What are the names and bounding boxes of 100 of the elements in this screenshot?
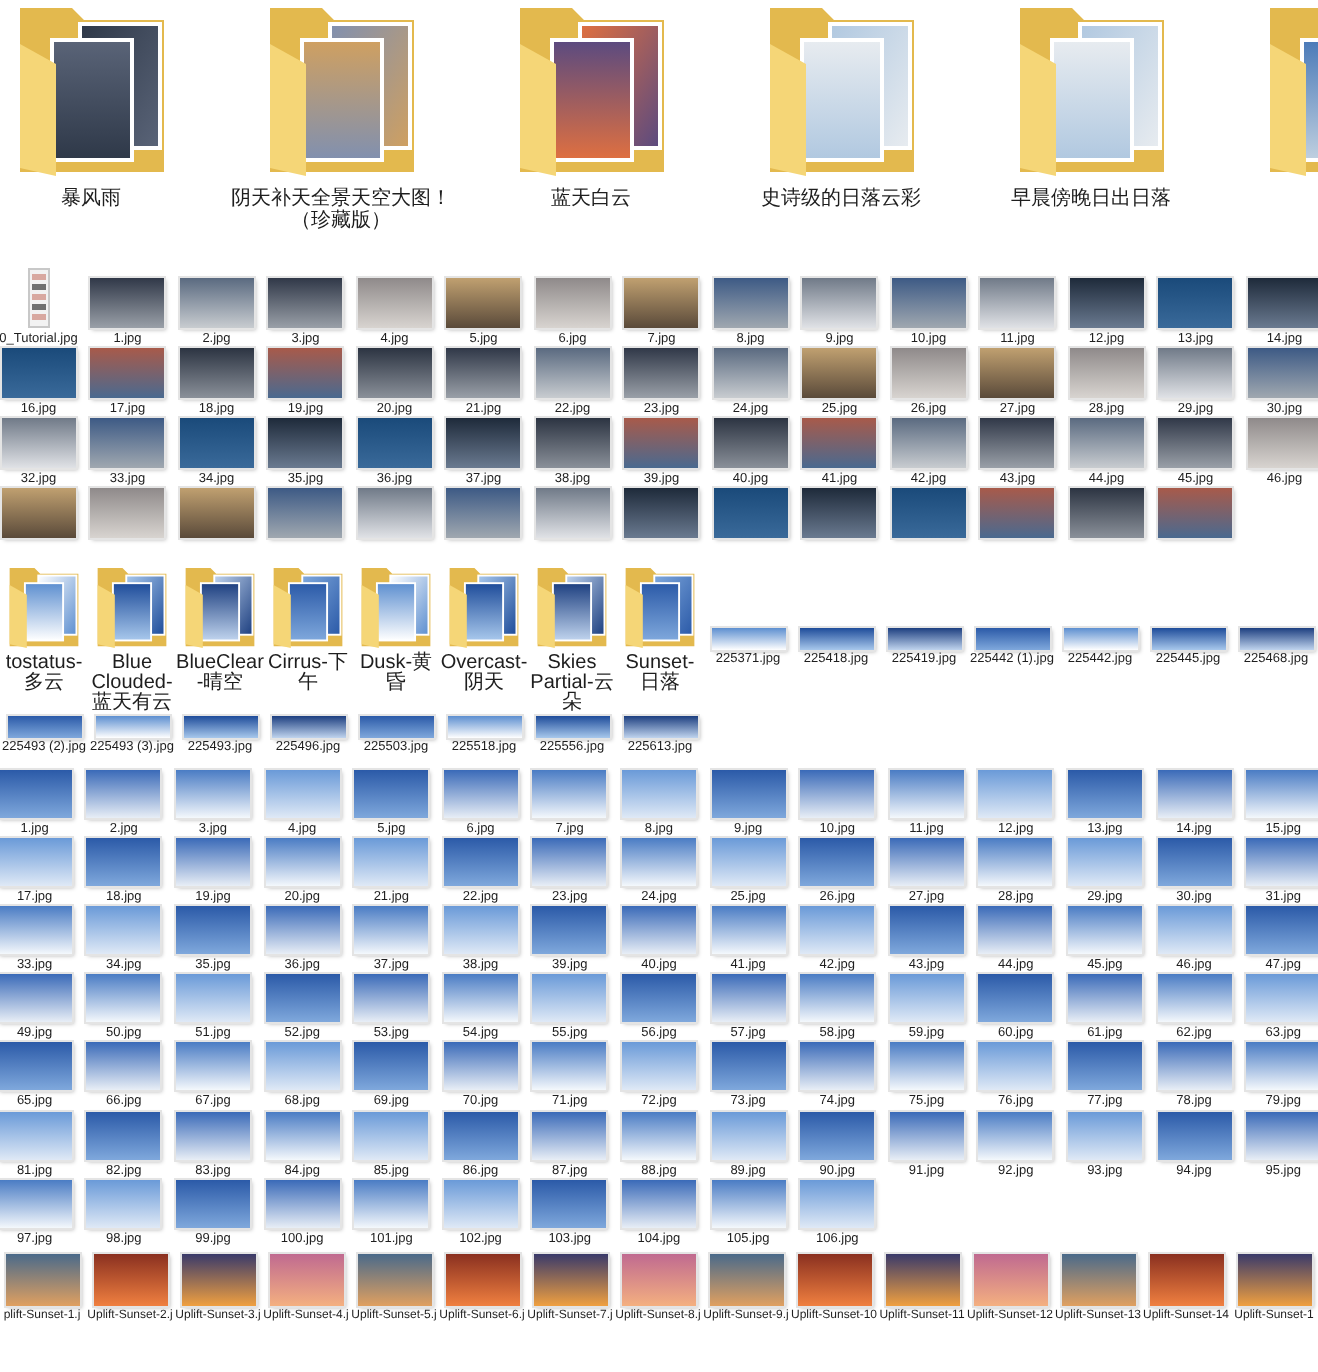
photo-thumbnail[interactable] xyxy=(800,838,875,887)
photo-thumbnail[interactable] xyxy=(624,488,699,539)
photo-thumbnail[interactable] xyxy=(268,488,343,539)
photo-thumbnail[interactable] xyxy=(446,348,521,399)
photo-thumbnail[interactable] xyxy=(443,838,518,887)
photo-thumbnail[interactable] xyxy=(181,1253,255,1306)
photo-thumbnail[interactable] xyxy=(357,418,432,469)
photo-thumbnail[interactable] xyxy=(802,418,877,469)
photo-thumbnail[interactable] xyxy=(891,278,966,328)
photo-thumbnail[interactable] xyxy=(1149,1253,1223,1306)
photo-thumbnail[interactable] xyxy=(268,348,343,399)
photo-thumbnail[interactable] xyxy=(1246,838,1318,887)
photo-thumbnail[interactable] xyxy=(800,1111,875,1160)
photo-thumbnail[interactable] xyxy=(1061,1253,1135,1306)
folder-icon[interactable] xyxy=(620,566,700,651)
photo-thumbnail[interactable] xyxy=(980,418,1055,469)
photo-thumbnail[interactable] xyxy=(446,278,521,328)
photo-thumbnail[interactable] xyxy=(1067,1111,1142,1160)
photo-thumbnail[interactable] xyxy=(713,488,788,539)
photo-thumbnail[interactable] xyxy=(711,974,786,1023)
photo-thumbnail[interactable] xyxy=(265,838,340,887)
photo-thumbnail[interactable] xyxy=(265,1179,340,1228)
folder-icon[interactable] xyxy=(180,566,260,651)
photo-thumbnail[interactable] xyxy=(443,1111,518,1160)
photo-thumbnail[interactable] xyxy=(978,1111,1053,1160)
photo-thumbnail[interactable] xyxy=(269,1253,343,1306)
photo-thumbnail[interactable] xyxy=(7,716,81,739)
photo-thumbnail[interactable] xyxy=(711,838,786,887)
photo-thumbnail[interactable] xyxy=(1158,488,1233,539)
photo-thumbnail[interactable] xyxy=(891,348,966,399)
photo-thumbnail[interactable] xyxy=(1158,418,1233,469)
folder-icon[interactable] xyxy=(92,566,172,651)
photo-thumbnail[interactable] xyxy=(532,838,607,887)
photo-thumbnail[interactable] xyxy=(624,418,699,469)
photo-thumbnail[interactable] xyxy=(889,838,964,887)
photo-thumbnail[interactable] xyxy=(86,1179,161,1228)
photo-thumbnail[interactable] xyxy=(443,1179,518,1228)
photo-thumbnail[interactable] xyxy=(0,769,72,818)
photo-thumbnail[interactable] xyxy=(1246,974,1318,1023)
photo-thumbnail[interactable] xyxy=(90,488,165,539)
photo-thumbnail[interactable] xyxy=(975,628,1049,651)
photo-thumbnail[interactable] xyxy=(445,1253,519,1306)
photo-thumbnail[interactable] xyxy=(535,716,609,739)
photo-thumbnail[interactable] xyxy=(711,1179,786,1228)
photo-thumbnail[interactable] xyxy=(624,348,699,399)
photo-thumbnail[interactable] xyxy=(354,1042,429,1091)
photo-thumbnail[interactable] xyxy=(446,488,521,539)
photo-thumbnail[interactable] xyxy=(86,974,161,1023)
photo-thumbnail[interactable] xyxy=(889,1111,964,1160)
photo-thumbnail[interactable] xyxy=(179,348,254,399)
photo-thumbnail[interactable] xyxy=(713,418,788,469)
photo-thumbnail[interactable] xyxy=(443,974,518,1023)
photo-thumbnail[interactable] xyxy=(86,769,161,818)
photo-thumbnail[interactable] xyxy=(175,906,250,955)
photo-thumbnail[interactable] xyxy=(1069,418,1144,469)
photo-thumbnail[interactable] xyxy=(1157,769,1232,818)
photo-thumbnail[interactable] xyxy=(1069,278,1144,328)
photo-thumbnail[interactable] xyxy=(443,769,518,818)
photo-thumbnail[interactable] xyxy=(532,974,607,1023)
photo-thumbnail[interactable] xyxy=(621,1111,696,1160)
photo-thumbnail[interactable] xyxy=(621,974,696,1023)
photo-thumbnail[interactable] xyxy=(446,418,521,469)
folder-icon[interactable] xyxy=(444,566,524,651)
photo-thumbnail[interactable] xyxy=(889,769,964,818)
photo-thumbnail[interactable] xyxy=(359,716,433,739)
photo-thumbnail[interactable] xyxy=(1247,418,1318,469)
photo-thumbnail[interactable] xyxy=(623,716,697,739)
photo-thumbnail[interactable] xyxy=(354,1179,429,1228)
photo-thumbnail[interactable] xyxy=(1069,488,1144,539)
photo-thumbnail[interactable] xyxy=(711,906,786,955)
photo-thumbnail[interactable] xyxy=(891,488,966,539)
photo-thumbnail[interactable] xyxy=(1246,1042,1318,1091)
photo-thumbnail[interactable] xyxy=(1246,769,1318,818)
photo-thumbnail[interactable] xyxy=(5,1253,79,1306)
photo-thumbnail[interactable] xyxy=(980,348,1055,399)
photo-thumbnail[interactable] xyxy=(183,716,257,739)
photo-thumbnail[interactable] xyxy=(443,906,518,955)
photo-thumbnail[interactable] xyxy=(800,1042,875,1091)
photo-thumbnail[interactable] xyxy=(265,974,340,1023)
photo-thumbnail[interactable] xyxy=(179,488,254,539)
photo-thumbnail[interactable] xyxy=(713,278,788,328)
folder-icon[interactable] xyxy=(532,566,612,651)
photo-thumbnail[interactable] xyxy=(709,1253,783,1306)
photo-thumbnail[interactable] xyxy=(1063,628,1137,651)
photo-thumbnail[interactable] xyxy=(271,716,345,739)
photo-thumbnail[interactable] xyxy=(624,278,699,328)
photo-thumbnail[interactable] xyxy=(354,974,429,1023)
photo-thumbnail[interactable] xyxy=(175,769,250,818)
photo-thumbnail[interactable] xyxy=(86,906,161,955)
photo-thumbnail[interactable] xyxy=(1,348,76,399)
photo-thumbnail[interactable] xyxy=(797,1253,871,1306)
photo-thumbnail[interactable] xyxy=(268,418,343,469)
photo-thumbnail[interactable] xyxy=(357,1253,431,1306)
photo-thumbnail[interactable] xyxy=(889,1042,964,1091)
photo-thumbnail[interactable] xyxy=(0,1111,72,1160)
photo-thumbnail[interactable] xyxy=(175,1179,250,1228)
photo-thumbnail[interactable] xyxy=(1067,769,1142,818)
photo-thumbnail[interactable] xyxy=(95,716,169,739)
photo-thumbnail[interactable] xyxy=(532,1179,607,1228)
photo-thumbnail[interactable] xyxy=(978,906,1053,955)
